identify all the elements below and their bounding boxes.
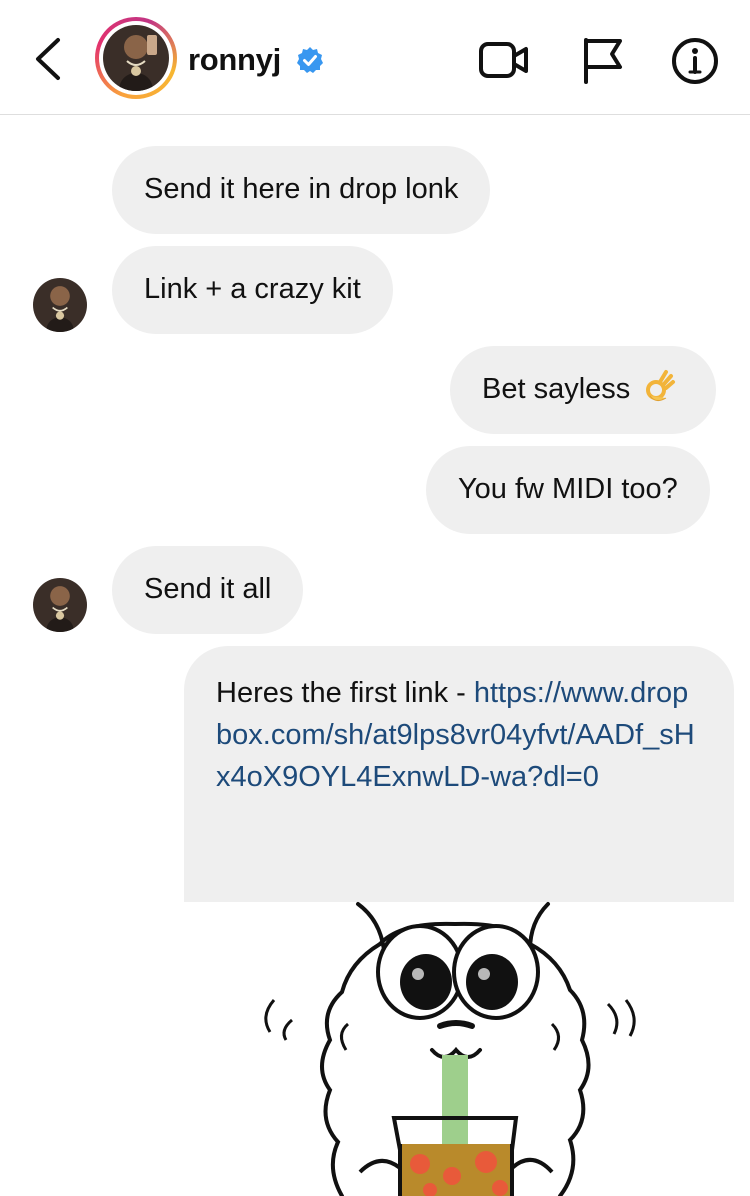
chevron-left-icon — [36, 38, 60, 80]
info-icon[interactable] — [670, 36, 720, 86]
video-call-icon[interactable] — [478, 36, 530, 84]
sticker-image[interactable] — [230, 900, 670, 1196]
flag-icon[interactable] — [580, 36, 624, 84]
message-text: Heres the first link - — [216, 677, 474, 709]
message-text: Bet sayless — [482, 373, 631, 405]
profile-avatar[interactable] — [95, 17, 177, 99]
back-button[interactable] — [30, 36, 70, 82]
chat-header: ronnyj — [0, 0, 750, 115]
message-text: Send it all — [144, 573, 272, 605]
sender-avatar[interactable] — [33, 578, 87, 632]
avatar-photo — [103, 25, 169, 91]
message-text: Link + a crazy kit — [144, 273, 361, 305]
message-bubble-outgoing[interactable]: Bet sayless — [450, 346, 717, 434]
ok-hand-icon — [646, 370, 676, 402]
message-bubble-incoming[interactable]: Link + a crazy kit — [112, 246, 393, 334]
message-bubble-outgoing-link[interactable]: Heres the first link - https://www.dropb… — [184, 646, 734, 902]
message-bubble-outgoing[interactable]: You fw MIDI too? — [426, 446, 710, 534]
verified-badge-icon — [297, 47, 323, 73]
message-bubble-incoming[interactable]: Send it all — [112, 546, 304, 634]
message-text: Send it here in drop lonk — [144, 173, 459, 205]
message-bubble-incoming[interactable]: Send it here in drop lonk — [112, 146, 491, 234]
sender-avatar[interactable] — [33, 278, 87, 332]
message-text: You fw MIDI too? — [458, 473, 678, 505]
username[interactable]: ronnyj — [188, 42, 281, 78]
